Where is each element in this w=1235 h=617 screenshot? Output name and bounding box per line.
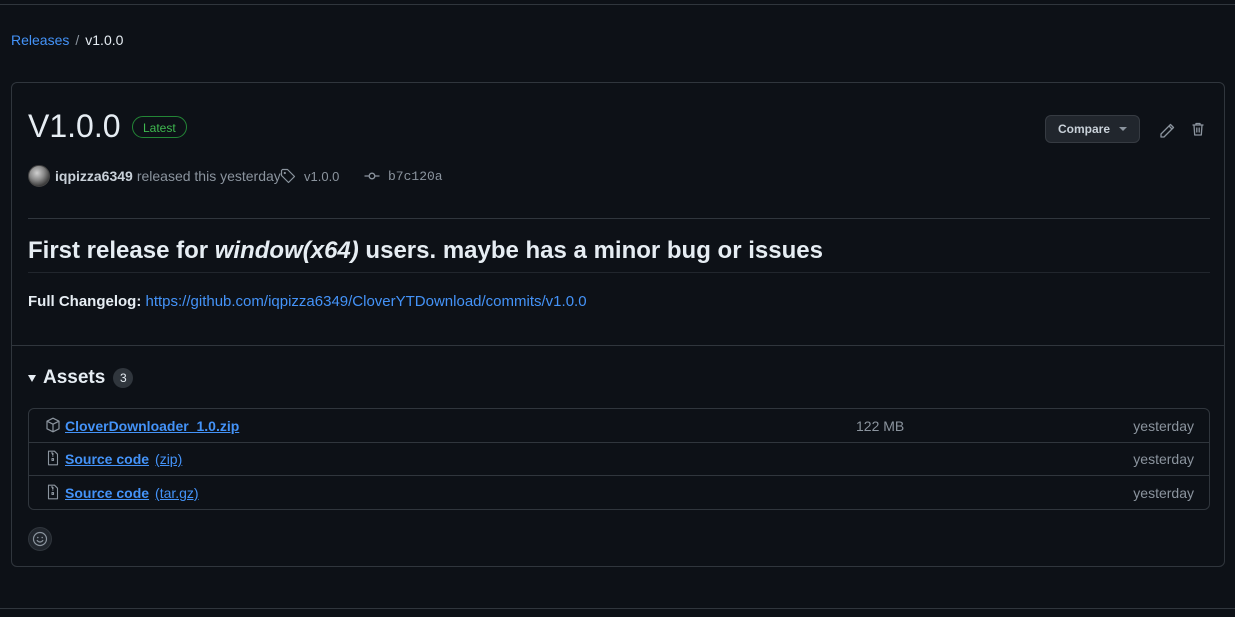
asset-name: Source code — [65, 485, 150, 501]
breadcrumb-separator: / — [75, 32, 80, 48]
divider — [28, 218, 1210, 219]
breadcrumb-releases-link[interactable]: Releases — [11, 32, 69, 48]
asset-name: Source code — [65, 451, 150, 467]
release-title: V1.0.0 — [28, 108, 121, 144]
heading-prefix: First release for — [28, 237, 215, 264]
release-card: V1.0.0 Latest Compare iqpizza6349 releas… — [11, 82, 1225, 567]
file-zip-icon — [47, 450, 59, 466]
tag-icon — [280, 168, 296, 184]
asset-row: Source code (zip) yesterday — [29, 442, 1209, 476]
asset-size: 122 MB — [856, 418, 905, 434]
asset-suffix: (tar.gz) — [155, 485, 199, 501]
asset-suffix: (zip) — [155, 451, 183, 467]
tag-label: v1.0.0 — [304, 168, 340, 184]
asset-date: yesterday — [1133, 418, 1194, 434]
triangle-down-icon — [28, 374, 36, 382]
breadcrumb-current: v1.0.0 — [85, 32, 124, 48]
changelog-link[interactable]: https://github.com/iqpizza6349/CloverYTD… — [146, 293, 587, 310]
changelog-label: Full Changelog: — [28, 293, 142, 310]
commit-hash: b7c120a — [388, 168, 443, 184]
release-meta: iqpizza6349 released this yesterday — [28, 165, 281, 187]
asset-date: yesterday — [1133, 451, 1194, 467]
latest-badge: Latest — [132, 116, 187, 138]
trash-icon[interactable] — [1190, 121, 1206, 137]
assets-count-badge: 3 — [113, 368, 134, 388]
chevron-down-icon — [1119, 127, 1127, 131]
top-divider — [0, 4, 1235, 5]
heading-divider — [28, 272, 1210, 273]
assets-title: Assets — [43, 367, 106, 388]
asset-row: Source code (tar.gz) yesterday — [29, 476, 1209, 509]
asset-date: yesterday — [1133, 485, 1194, 501]
compare-button[interactable]: Compare — [1045, 115, 1140, 143]
asset-name: CloverDownloader_1.0.zip — [65, 418, 240, 434]
git-commit-icon — [364, 172, 380, 180]
author-link[interactable]: iqpizza6349 — [55, 168, 133, 184]
package-icon — [46, 417, 60, 433]
changelog: Full Changelog: https://github.com/iqpiz… — [28, 292, 587, 312]
smiley-icon — [32, 531, 48, 547]
compare-label: Compare — [1058, 122, 1111, 136]
asset-link[interactable]: CloverDownloader_1.0.zip — [65, 418, 239, 434]
asset-link[interactable]: Source code (tar.gz) — [65, 485, 199, 501]
bottom-divider — [0, 608, 1235, 609]
released-text: released this yesterday — [136, 168, 281, 184]
asset-link[interactable]: Source code (zip) — [65, 451, 182, 467]
tag-link[interactable]: v1.0.0 — [280, 168, 339, 184]
assets-toggle[interactable]: Assets 3 — [28, 367, 134, 389]
file-zip-icon — [47, 484, 59, 500]
heading-suffix: users. maybe has a minor bug or issues — [358, 237, 823, 264]
add-reaction-button[interactable] — [28, 527, 52, 551]
breadcrumb: Releases / v1.0.0 — [11, 32, 123, 48]
asset-list: CloverDownloader_1.0.zip 122 MB yesterda… — [28, 408, 1210, 510]
commit-link[interactable]: b7c120a — [364, 168, 443, 184]
release-heading: First release for window(x64) users. may… — [28, 235, 823, 267]
divider — [12, 345, 1224, 346]
pencil-icon[interactable] — [1159, 123, 1175, 139]
asset-row: CloverDownloader_1.0.zip 122 MB yesterda… — [29, 409, 1209, 443]
heading-emphasis: window(x64) — [214, 237, 359, 264]
avatar[interactable] — [28, 165, 50, 187]
